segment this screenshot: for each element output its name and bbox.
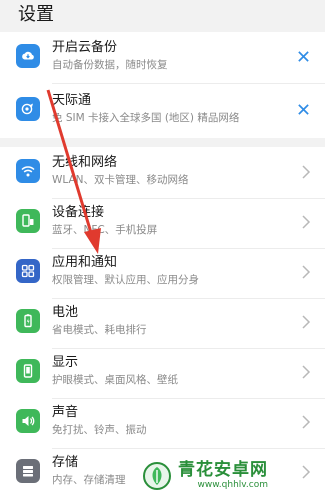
settings-item-label: 声音 xyxy=(52,405,79,420)
sound-icon xyxy=(16,409,40,433)
watermark-url: www.qhhlv.com xyxy=(197,479,268,490)
dismiss-cloud-backup-close-icon[interactable] xyxy=(295,48,311,64)
settings-item-sublabel: 内存、存储清理 xyxy=(52,474,126,486)
settings-item-sublabel: 免打扰、铃声、振动 xyxy=(52,424,147,436)
watermark-name: 青花安卓网 xyxy=(178,459,268,480)
skytone-row[interactable]: 天际通 免 SIM 卡接入全球多国 (地区) 精品网络 xyxy=(0,85,325,137)
chevron-right-icon xyxy=(302,315,311,329)
wifi-icon xyxy=(16,159,40,183)
cloud-backup-row[interactable]: 开启云备份 自动备份数据，随时恢复 xyxy=(0,32,325,84)
settings-item-label: 无线和网络 xyxy=(52,155,118,170)
settings-item-display[interactable]: 显示 护眼模式、桌面风格、壁纸 xyxy=(0,347,325,399)
settings-item-label: 电池 xyxy=(52,305,79,320)
device-connection-icon xyxy=(16,209,40,233)
cloud-backup-icon xyxy=(16,44,40,68)
site-watermark: 青花安卓网 www.qhhlv.com xyxy=(142,452,325,499)
chevron-right-icon xyxy=(302,215,311,229)
settings-item-label: 设备连接 xyxy=(52,205,105,220)
settings-item-device-connection[interactable]: 设备连接 蓝牙、NFC、手机投屏 xyxy=(0,197,325,249)
settings-item-wireless[interactable]: 无线和网络 WLAN、双卡管理、移动网络 xyxy=(0,147,325,199)
page-title: 设置 xyxy=(18,4,54,25)
chevron-right-icon xyxy=(302,415,311,429)
settings-item-sublabel: 省电模式、耗电排行 xyxy=(52,324,147,336)
skytone-title: 天际通 xyxy=(52,93,92,108)
settings-item-label: 存储 xyxy=(52,455,79,470)
settings-list: 无线和网络 WLAN、双卡管理、移动网络 设备连接 蓝牙、NFC、手机投屏 应用… xyxy=(0,147,325,499)
skytone-icon xyxy=(16,97,40,121)
dismiss-skytone-close-icon[interactable] xyxy=(295,101,311,117)
settings-item-sublabel: 权限管理、默认应用、应用分身 xyxy=(52,274,199,286)
settings-item-battery[interactable]: 电池 省电模式、耗电排行 xyxy=(0,297,325,349)
settings-item-apps[interactable]: 应用和通知 权限管理、默认应用、应用分身 xyxy=(0,247,325,299)
battery-icon xyxy=(16,309,40,333)
display-icon xyxy=(16,359,40,383)
settings-item-sublabel: 护眼模式、桌面风格、壁纸 xyxy=(52,374,178,386)
settings-item-sublabel: 蓝牙、NFC、手机投屏 xyxy=(52,224,158,236)
skytone-subtitle: 免 SIM 卡接入全球多国 (地区) 精品网络 xyxy=(52,112,240,124)
cloud-backup-subtitle: 自动备份数据，随时恢复 xyxy=(52,59,168,71)
settings-item-sublabel: WLAN、双卡管理、移动网络 xyxy=(52,174,189,186)
watermark-logo-icon xyxy=(143,461,171,490)
divider xyxy=(52,83,325,84)
suggestion-card: 开启云备份 自动备份数据，随时恢复 天际通 免 SIM 卡接入全球多国 (地区)… xyxy=(0,32,325,138)
chevron-right-icon xyxy=(302,365,311,379)
storage-icon xyxy=(16,459,40,483)
settings-item-label: 应用和通知 xyxy=(52,255,118,270)
chevron-right-icon xyxy=(302,165,311,179)
apps-icon xyxy=(16,259,40,283)
chevron-right-icon xyxy=(302,265,311,279)
settings-item-sound[interactable]: 声音 免打扰、铃声、振动 xyxy=(0,397,325,449)
cloud-backup-title: 开启云备份 xyxy=(52,40,118,55)
settings-item-label: 显示 xyxy=(52,355,79,370)
